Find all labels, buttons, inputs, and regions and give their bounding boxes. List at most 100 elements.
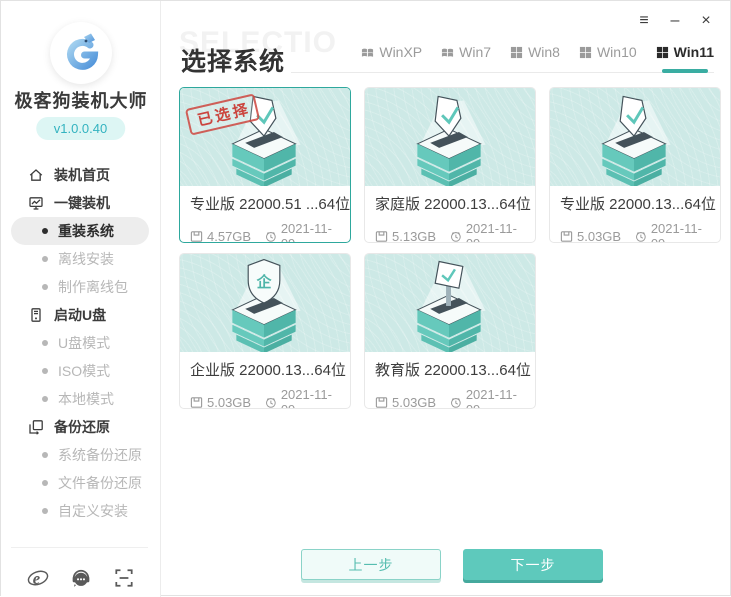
- winxp-flag-icon: [361, 46, 374, 59]
- system-size: 4.57GB: [207, 229, 251, 244]
- prev-step-button[interactable]: 上一步: [301, 549, 441, 580]
- system-card[interactable]: 专业版 22000.13... 64位 5.03GB: [549, 87, 721, 243]
- app-name: 极客狗装机大师: [1, 87, 161, 113]
- scan-icon[interactable]: [113, 567, 135, 589]
- system-arch: 64位: [318, 193, 350, 214]
- bullet-icon: [42, 480, 48, 486]
- ballot-box-illustration: [365, 254, 535, 352]
- tab-win8[interactable]: Win8: [510, 44, 560, 66]
- bullet-icon: [42, 284, 48, 290]
- system-name: 教育版 22000.13...: [375, 359, 499, 380]
- disk-size-icon: [375, 230, 388, 243]
- clock-icon: [450, 230, 462, 243]
- menu-item-label: 本地模式: [58, 389, 114, 409]
- menu-item-label: 文件备份还原: [58, 473, 142, 493]
- menu-item-label: ISO模式: [58, 361, 110, 381]
- system-size: 5.13GB: [392, 229, 436, 244]
- system-card[interactable]: 教育版 22000.13... 64位 5.03GB: [364, 253, 536, 409]
- sidebar-item-重装系统[interactable]: 重装系统: [11, 217, 149, 245]
- next-step-button[interactable]: 下一步: [463, 549, 603, 580]
- menu-item-label: 备份还原: [54, 417, 110, 437]
- ballot-box-illustration: [180, 88, 350, 186]
- clock-icon: [265, 396, 277, 409]
- disk-size-icon: [190, 230, 203, 243]
- system-illustration: [365, 88, 535, 186]
- system-card[interactable]: 家庭版 22000.13... 64位 5.13GB: [364, 87, 536, 243]
- tab-win10[interactable]: Win10: [579, 44, 637, 66]
- sidebar-item-文件备份还原[interactable]: 文件备份还原: [1, 469, 161, 497]
- bullet-icon: [42, 368, 48, 374]
- system-arch: 64位: [499, 359, 531, 380]
- menu-item-label: U盘模式: [58, 333, 110, 353]
- system-date: 2021-11-09: [651, 221, 710, 243]
- version-badge: v1.0.0.40: [36, 117, 126, 140]
- menu-item-label: 启动U盘: [54, 305, 106, 325]
- bullet-icon: [42, 396, 48, 402]
- monitor-chart-icon: [28, 195, 44, 211]
- win11-logo-icon: [656, 46, 669, 59]
- clock-icon: [450, 396, 462, 409]
- system-date: 2021-11-09: [281, 221, 340, 243]
- sidebar-item-装机首页[interactable]: 装机首页: [1, 161, 161, 189]
- ballot-box-illustration: [365, 88, 535, 186]
- system-arch: 64位: [314, 359, 346, 380]
- bullet-icon: [42, 256, 48, 262]
- system-name: 专业版 22000.51 ...: [190, 193, 318, 214]
- usb-drive-icon: [28, 307, 44, 323]
- dog-g-logo-icon: [59, 31, 103, 75]
- system-illustration: [550, 88, 720, 186]
- menu-item-label: 一键装机: [54, 193, 110, 213]
- menu-item-label: 系统备份还原: [58, 445, 142, 465]
- sidebar-item-ISO模式[interactable]: ISO模式: [1, 357, 161, 385]
- minimize-button[interactable]: –: [666, 12, 684, 30]
- system-date: 2021-11-09: [466, 387, 525, 409]
- ie-browser-icon[interactable]: e: [27, 567, 49, 589]
- sidebar-item-启动U盘[interactable]: 启动U盘: [1, 301, 161, 329]
- system-card-grid: 已选择 专业版 22000.51 ... 64位 4.57GB: [179, 87, 724, 411]
- system-name: 专业版 22000.13...: [560, 193, 684, 214]
- bullet-icon: [42, 508, 48, 514]
- sidebar-item-一键装机[interactable]: 一键装机: [1, 189, 161, 217]
- sidebar-item-自定义安装[interactable]: 自定义安装: [1, 497, 161, 525]
- sidebar-item-本地模式[interactable]: 本地模式: [1, 385, 161, 413]
- sidebar-item-系统备份还原[interactable]: 系统备份还原: [1, 441, 161, 469]
- tab-winxp[interactable]: WinXP: [361, 44, 422, 66]
- system-size: 5.03GB: [392, 395, 436, 410]
- active-tab-underline: [662, 69, 708, 73]
- sidebar-item-离线安装[interactable]: 离线安装: [1, 245, 161, 273]
- svg-text:企: 企: [256, 273, 272, 291]
- close-button[interactable]: ×: [697, 12, 715, 30]
- win7-flag-icon: [441, 46, 454, 59]
- os-tab-bar: WinXP Win7 Win8 Win10 Win11: [361, 44, 714, 66]
- win10-logo-icon: [579, 46, 592, 59]
- page-title: 选择系统: [181, 42, 285, 78]
- tab-win11[interactable]: Win11: [656, 44, 714, 66]
- disk-size-icon: [560, 230, 573, 243]
- ballot-box-illustration: [550, 88, 720, 186]
- backup-restore-icon: [28, 419, 44, 435]
- sidebar-divider: [11, 547, 148, 548]
- tab-label: Win7: [459, 44, 491, 60]
- system-illustration: 已选择: [180, 88, 350, 186]
- system-illustration: 企: [180, 254, 350, 352]
- clock-icon: [635, 230, 647, 243]
- support-headset-icon[interactable]: [70, 567, 92, 589]
- tab-win7[interactable]: Win7: [441, 44, 491, 66]
- system-illustration: [365, 254, 535, 352]
- sidebar-item-备份还原[interactable]: 备份还原: [1, 413, 161, 441]
- sidebar-item-制作离线包[interactable]: 制作离线包: [1, 273, 161, 301]
- svg-text:e: e: [33, 569, 40, 588]
- app-logo: [50, 22, 112, 84]
- sidebar-item-U盘模式[interactable]: U盘模式: [1, 329, 161, 357]
- system-card[interactable]: 已选择 专业版 22000.51 ... 64位 4.57GB: [179, 87, 351, 243]
- tab-label: Win10: [597, 44, 637, 60]
- system-arch: 64位: [499, 193, 531, 214]
- menu-item-label: 制作离线包: [58, 277, 128, 297]
- tab-label: Win8: [528, 44, 560, 60]
- disk-size-icon: [375, 396, 388, 409]
- system-name: 家庭版 22000.13...: [375, 193, 499, 214]
- home-icon: [28, 167, 44, 183]
- system-card[interactable]: 企 企业版 22000.13... 64位 5.03GB: [179, 253, 351, 409]
- tab-bar-rule: [291, 72, 714, 73]
- menu-button[interactable]: ≡: [635, 12, 653, 30]
